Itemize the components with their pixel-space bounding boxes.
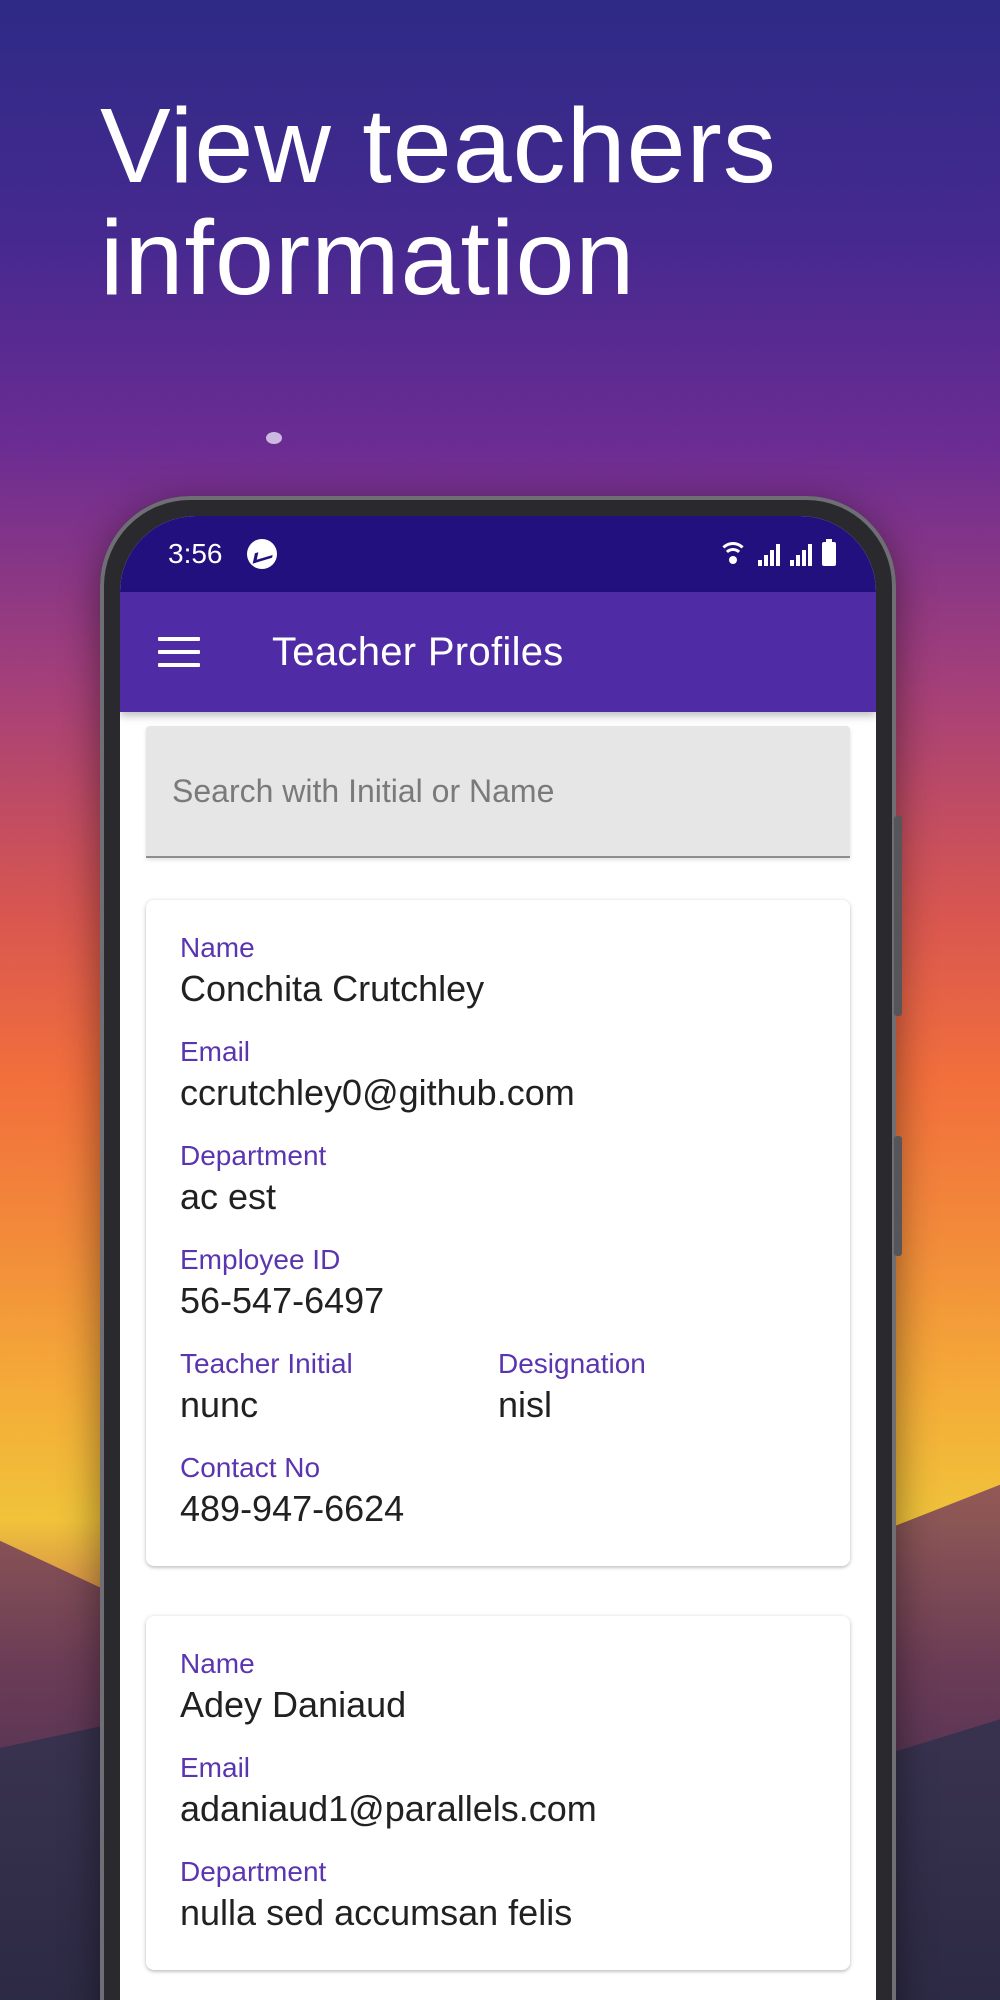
power-button — [894, 1136, 902, 1256]
promo-headline: View teachers information — [100, 87, 777, 317]
status-icons — [718, 539, 836, 566]
email-value: adaniaud1@parallels.com — [180, 1788, 597, 1829]
menu-icon[interactable] — [158, 637, 200, 667]
phone-screen: 3:56 Teacher Profiles Search with Initia… — [120, 516, 876, 2000]
department-field: Department nulla sed accumsan felis — [180, 1854, 816, 1936]
name-value: Adey Daniaud — [180, 1684, 407, 1725]
teacher-initial-label: Teacher Initial — [180, 1348, 353, 1379]
search-placeholder: Search with Initial or Name — [172, 772, 555, 809]
teacher-card[interactable]: Name Adey Daniaud Email adaniaud1@parall… — [146, 1616, 850, 1970]
app-bar-title: Teacher Profiles — [272, 629, 564, 674]
department-value: ac est — [180, 1176, 277, 1217]
designation-field: Designation nisl — [498, 1346, 816, 1450]
name-field: Name Adey Daniaud — [180, 1646, 816, 1728]
messenger-icon — [246, 539, 277, 569]
app-bar: Teacher Profiles — [120, 592, 876, 712]
teacher-list: Search with Initial or Name Name Conchit… — [120, 712, 876, 1970]
email-field: Email ccrutchley0@github.com — [180, 1034, 816, 1116]
email-value: ccrutchley0@github.com — [180, 1072, 575, 1113]
name-field: Name Conchita Crutchley — [180, 930, 816, 1012]
teacher-initial-value: nunc — [180, 1384, 259, 1425]
battery-icon — [822, 539, 836, 566]
teacher-initial-field: Teacher Initial nunc — [180, 1346, 498, 1428]
search-input[interactable]: Search with Initial or Name — [146, 726, 850, 858]
name-value: Conchita Crutchley — [180, 968, 485, 1009]
initial-designation-row: Teacher Initial nunc Designation nisl — [180, 1346, 816, 1450]
name-label: Name — [180, 932, 255, 963]
status-bar: 3:56 — [120, 516, 876, 592]
email-field: Email adaniaud1@parallels.com — [180, 1750, 816, 1832]
email-label: Email — [180, 1036, 251, 1067]
camera-dot — [266, 432, 282, 444]
name-label: Name — [180, 1648, 255, 1679]
employee-id-value: 56-547-6497 — [180, 1280, 385, 1321]
employee-id-field: Employee ID 56-547-6497 — [180, 1242, 816, 1324]
department-field: Department ac est — [180, 1138, 816, 1220]
signal-icon — [790, 542, 812, 566]
status-time: 3:56 — [168, 538, 223, 569]
designation-value: nisl — [498, 1384, 553, 1425]
phone-frame: 3:56 Teacher Profiles Search with Initia… — [100, 496, 902, 2000]
employee-id-label: Employee ID — [180, 1244, 341, 1275]
department-value: nulla sed accumsan felis — [180, 1892, 573, 1933]
contact-no-field: Contact No 489-947-6624 — [180, 1450, 816, 1532]
wifi-icon — [718, 542, 748, 566]
volume-button — [894, 816, 902, 1016]
contact-no-label: Contact No — [180, 1452, 321, 1483]
designation-label: Designation — [498, 1348, 646, 1379]
email-label: Email — [180, 1752, 251, 1783]
teacher-card[interactable]: Name Conchita Crutchley Email ccrutchley… — [146, 900, 850, 1566]
department-label: Department — [180, 1856, 327, 1887]
contact-no-value: 489-947-6624 — [180, 1488, 405, 1529]
department-label: Department — [180, 1140, 327, 1171]
signal-icon — [758, 542, 780, 566]
